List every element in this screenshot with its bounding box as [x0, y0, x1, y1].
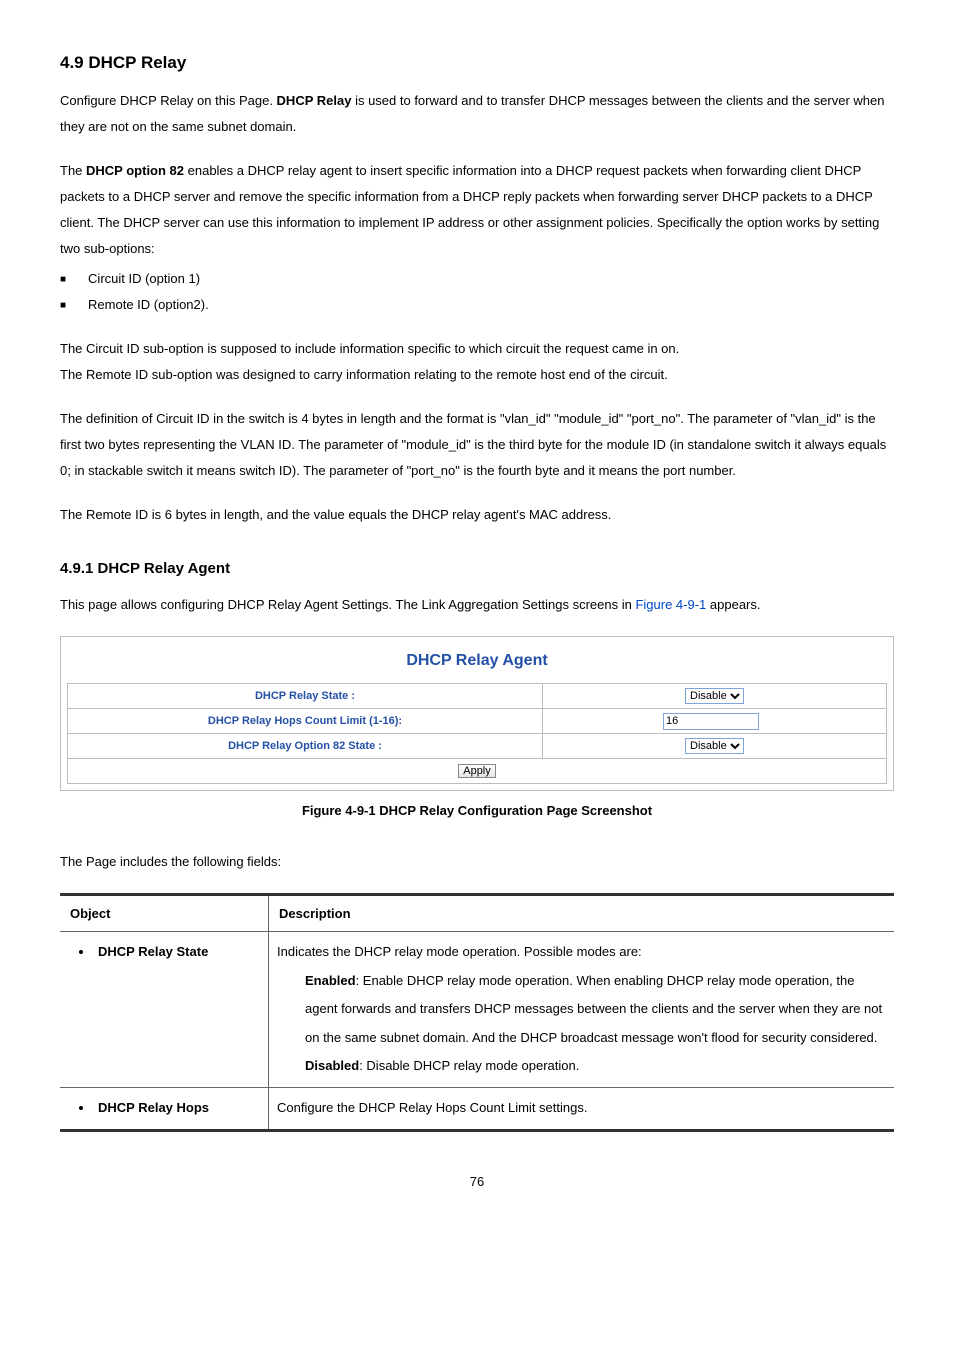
config-value-cell: Disable [543, 734, 887, 759]
list-item: Circuit ID (option 1) [60, 266, 894, 292]
option82-state-select[interactable]: Disable [685, 738, 744, 754]
config-label: DHCP Relay State : [68, 684, 543, 709]
description-table: Object Description DHCP Relay State Indi… [60, 893, 894, 1132]
dhcp-relay-state-select[interactable]: Disable [685, 688, 744, 704]
config-table: DHCP Relay State : Disable DHCP Relay Ho… [67, 683, 887, 784]
table-row: DHCP Relay State Indicates the DHCP rela… [60, 932, 894, 1088]
apply-button[interactable]: Apply [458, 764, 496, 778]
option-label: Disabled [305, 1058, 359, 1073]
table-row: DHCP Relay Option 82 State : Disable [68, 734, 887, 759]
config-screenshot: DHCP Relay Agent DHCP Relay State : Disa… [60, 636, 894, 791]
config-value-cell: Disable [543, 684, 887, 709]
column-header-description: Description [269, 894, 895, 932]
option-text: : Enable DHCP relay mode operation. When… [305, 973, 882, 1045]
figure-link[interactable]: Figure 4-9-1 [635, 597, 706, 612]
fields-intro: The Page includes the following fields: [60, 849, 894, 875]
paragraph: The Remote ID is 6 bytes in length, and … [60, 502, 894, 528]
page-number: 76 [60, 1172, 894, 1192]
description-cell: Indicates the DHCP relay mode operation.… [269, 932, 895, 1088]
table-row: DHCP Relay Hops Configure the DHCP Relay… [60, 1087, 894, 1130]
sub-options-list: Circuit ID (option 1) Remote ID (option2… [60, 266, 894, 318]
paragraph: The definition of Circuit ID in the swit… [60, 406, 894, 484]
section-title: 4.9 DHCP Relay [60, 50, 894, 76]
config-label: DHCP Relay Hops Count Limit (1-16): [68, 709, 543, 734]
table-row: DHCP Relay Hops Count Limit (1-16): [68, 709, 887, 734]
table-row: DHCP Relay State : Disable [68, 684, 887, 709]
hops-limit-input[interactable] [663, 713, 759, 730]
text: Configure DHCP Relay on this Page. [60, 93, 277, 108]
subsection-title: 4.9.1 DHCP Relay Agent [60, 558, 894, 581]
config-value-cell [543, 709, 887, 734]
object-name: DHCP Relay State [94, 938, 260, 967]
caption-prefix: Figure 4-9-1 [302, 803, 379, 818]
screenshot-title: DHCP Relay Agent [67, 643, 887, 683]
intro-paragraph-2: The DHCP option 82 enables a DHCP relay … [60, 158, 894, 262]
paragraph: The Circuit ID sub-option is supposed to… [60, 336, 894, 362]
intro-paragraph-1: Configure DHCP Relay on this Page. DHCP … [60, 88, 894, 140]
config-label: DHCP Relay Option 82 State : [68, 734, 543, 759]
bold-text: DHCP Relay [277, 93, 352, 108]
description-cell: Configure the DHCP Relay Hops Count Limi… [269, 1087, 895, 1130]
subsection-intro: This page allows configuring DHCP Relay … [60, 592, 894, 618]
object-name: DHCP Relay Hops [94, 1094, 260, 1123]
column-header-object: Object [60, 894, 269, 932]
caption-text: DHCP Relay Configuration Page Screenshot [379, 803, 652, 818]
text: This page allows configuring DHCP Relay … [60, 597, 635, 612]
apply-row: Apply [68, 759, 887, 784]
option-text: : Disable DHCP relay mode operation. [359, 1058, 579, 1073]
desc-line: Indicates the DHCP relay mode operation.… [277, 938, 886, 967]
bold-text: DHCP option 82 [86, 163, 184, 178]
list-item: Remote ID (option2). [60, 292, 894, 318]
text: appears. [706, 597, 760, 612]
text: The [60, 163, 86, 178]
option-label: Enabled [305, 973, 356, 988]
figure-caption: Figure 4-9-1 DHCP Relay Configuration Pa… [60, 801, 894, 821]
paragraph: The Remote ID sub-option was designed to… [60, 362, 894, 388]
